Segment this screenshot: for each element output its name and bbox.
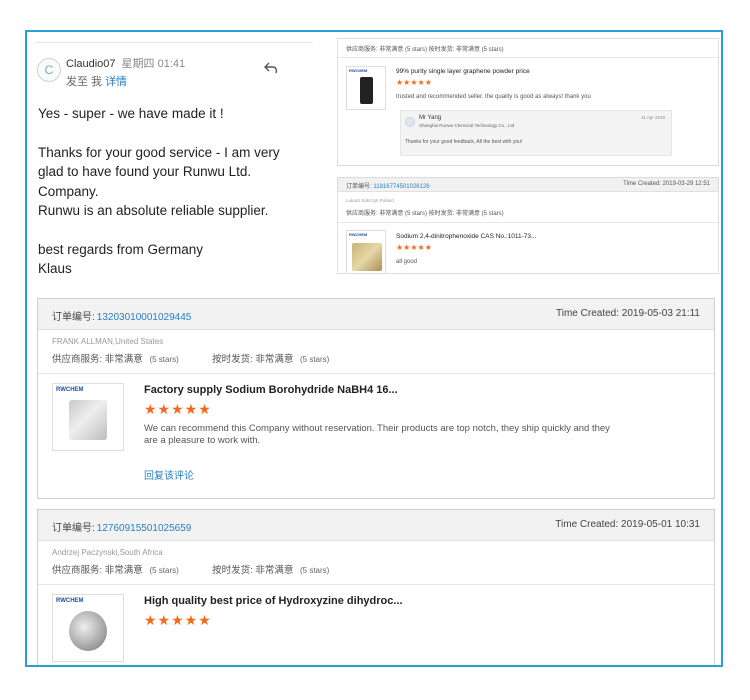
email-line: Yes - super - we have made it ! <box>38 106 224 121</box>
email-line: Company. <box>38 183 99 199</box>
ratings-line: 供应商服务: 非常满意 (5 stars) 按时发货: 非常满意 (5 star… <box>346 211 504 217</box>
order-label: 订单编号: <box>52 312 95 323</box>
time-created: Time Created: 2019-05-01 10:31 <box>555 519 700 530</box>
review-snippet-sodium: 订单编号: 11816774501026126 Time Created: 20… <box>337 177 719 274</box>
ratings-line: 供应商服务: 非常满意 (5 stars) 按时发货: 非常满意 (5 star… <box>52 351 329 365</box>
order-review-card: 订单编号: 12760915501025659 Time Created: 201… <box>37 509 715 665</box>
product-title[interactable]: 99% purity single layer graphene powder … <box>396 68 530 75</box>
brand-logo: RWCHEM <box>56 387 84 393</box>
rating-stars: ★★★★★ <box>396 243 432 252</box>
email-line: Klaus <box>38 261 72 276</box>
rating-stars: ★★★★★ <box>144 612 212 628</box>
details-link[interactable]: 详情 <box>105 76 127 88</box>
review-comment: trusted and recommended seller. the qual… <box>396 94 591 100</box>
to-label: 发至 我 <box>66 76 103 88</box>
product-thumbnail[interactable]: RWCHEM <box>346 230 386 274</box>
order-label: 订单编号: <box>346 184 372 190</box>
sender-name[interactable]: Claudio07 <box>66 58 116 70</box>
seller-reply: Mr Yang Shanghai Runwu Chemical Technolo… <box>400 110 672 156</box>
review-comment: all good <box>396 259 418 265</box>
recipient-line: 发至 我详情 <box>66 73 127 89</box>
time-created: Time Created: 2019-03-29 12:51 <box>623 181 710 187</box>
avatar <box>405 117 415 127</box>
order-label: 订单编号: <box>52 523 95 534</box>
service-stars: (5 stars) <box>149 566 179 575</box>
brand-logo: RWCHEM <box>349 68 368 73</box>
order-header: 订单编号: 12760915501025659 Time Created: 201… <box>38 510 714 541</box>
order-header: 订单编号: 11816774501026126 Time Created: 20… <box>338 178 718 192</box>
product-thumbnail[interactable]: RWCHEM <box>52 383 124 451</box>
ship-value: 非常满意 <box>255 354 294 365</box>
product-title[interactable]: Factory supply Sodium Borohydride NaBH4 … <box>144 384 398 396</box>
avatar: C <box>37 58 61 82</box>
reply-text: Thanks for your good feedback, All the b… <box>405 139 523 145</box>
reply-date: 11 Apr 2019 <box>641 115 665 120</box>
ship-label: 按时发货: <box>212 354 253 365</box>
email-line: Thanks for your good service - I am very <box>38 144 280 160</box>
time-created: Time Created: 2019-05-03 21:11 <box>556 308 700 319</box>
service-label: 供应商服务: <box>52 565 103 576</box>
service-stars: (5 stars) <box>149 355 179 364</box>
reply-company: Shanghai Runwu Chemical Technology Co., … <box>419 123 515 128</box>
order-number[interactable]: 11816774501026126 <box>373 184 429 190</box>
buyer-name: Lukasz Sobczyk,Poland <box>346 198 394 203</box>
order-number[interactable]: 12760915501025659 <box>97 523 192 534</box>
ship-stars: (5 stars) <box>300 355 330 364</box>
service-label: 供应商服务: <box>52 354 103 365</box>
email-body: Yes - super - we have made it ! Thanks f… <box>38 104 308 279</box>
rating-stars: ★★★★★ <box>144 401 212 417</box>
ship-stars: (5 stars) <box>300 566 330 575</box>
ratings-line: 供应商服务: 非常满意 (5 stars) 按时发货: 非常满意 (5 star… <box>52 562 329 576</box>
rating-stars: ★★★★★ <box>396 78 432 87</box>
ship-value: 非常满意 <box>255 565 294 576</box>
service-value: 非常满意 <box>104 565 143 576</box>
email-line: glad to have found your Runwu Ltd. <box>38 164 252 179</box>
brand-logo: RWCHEM <box>56 598 84 604</box>
sender-line: Claudio07 星期四 01:41 <box>66 55 185 71</box>
email-line: Runwu is an absolute reliable supplier. <box>38 203 269 218</box>
product-thumbnail[interactable]: RWCHEM <box>346 66 386 110</box>
email-time: 星期四 01:41 <box>121 58 186 70</box>
order-review-card: 订单编号: 13203010001029445 Time Created: 201… <box>37 298 715 499</box>
reply-name: Mr Yang <box>419 115 442 121</box>
email-line: best regards from Germany <box>38 241 204 257</box>
buyer-name: FRANK ALLMAN,United States <box>52 337 164 346</box>
product-thumbnail[interactable]: RWCHEM <box>52 594 124 662</box>
divider <box>35 42 313 43</box>
product-title[interactable]: Sodium 2,4-dinitrophenoxide CAS No.:1011… <box>396 233 536 240</box>
review-comment: We can recommend this Company without re… <box>144 423 610 446</box>
screenshot-frame: C Claudio07 星期四 01:41 发至 我详情 Yes - super … <box>25 30 723 667</box>
order-header: 订单编号: 13203010001029445 Time Created: 201… <box>38 299 714 330</box>
service-value: 非常满意 <box>104 354 143 365</box>
brand-logo: RWCHEM <box>349 232 368 237</box>
ship-label: 按时发货: <box>212 565 253 576</box>
reply-review-link[interactable]: 回复该评论 <box>144 467 194 482</box>
buyer-name: Andrzej Paczynski,South Africa <box>52 548 163 557</box>
product-title[interactable]: High quality best price of Hydroxyzine d… <box>144 595 403 607</box>
ratings-line: 供应商服务: 非常满意 (5 stars) 按时发货: 非常满意 (5 star… <box>346 47 504 53</box>
email-message: C Claudio07 星期四 01:41 发至 我详情 Yes - super … <box>31 36 313 276</box>
reply-icon[interactable] <box>263 60 279 76</box>
order-number[interactable]: 13203010001029445 <box>97 312 192 323</box>
review-snippet-graphene: 供应商服务: 非常满意 (5 stars) 按时发货: 非常满意 (5 star… <box>337 38 719 166</box>
